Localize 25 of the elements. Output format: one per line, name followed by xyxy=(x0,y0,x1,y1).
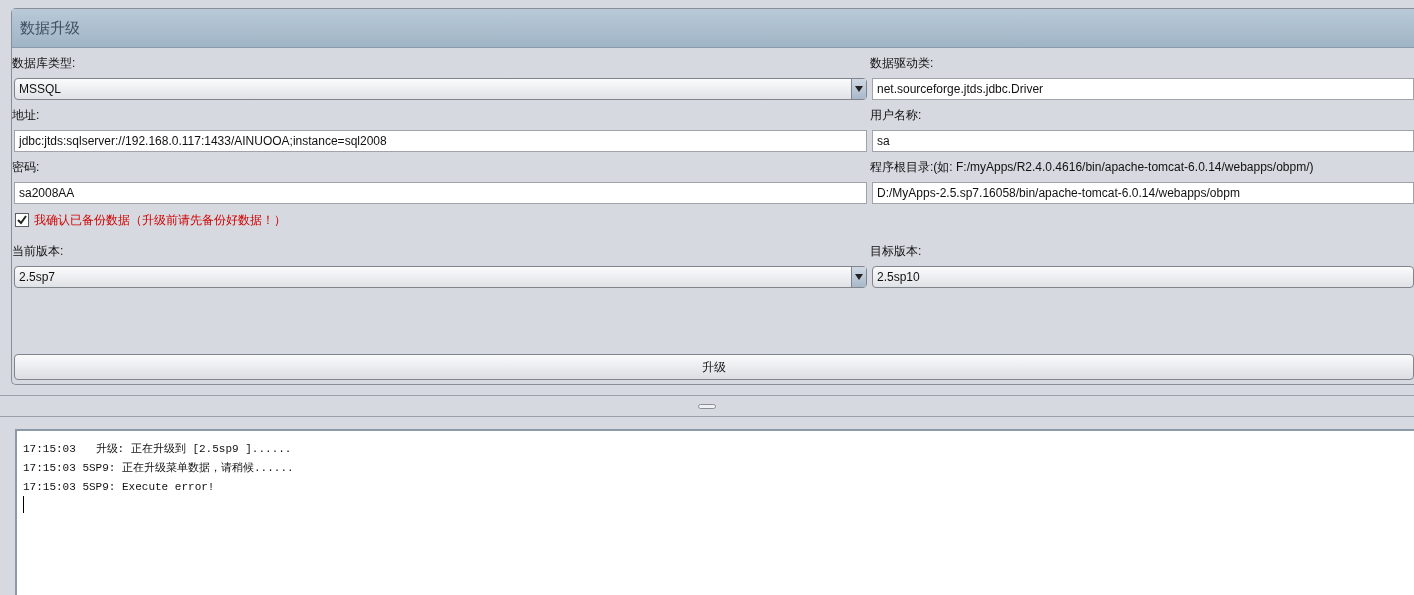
log-line: 17:15:03 5SP9: 正在升级菜单数据，请稍候...... xyxy=(23,461,294,475)
splitter-handle-icon[interactable] xyxy=(698,403,716,409)
field-label: 用户名称: xyxy=(870,106,922,124)
text-field[interactable]: jdbc:jtds:sqlserver://192.168.0.117:1433/AINUOOA;instance=sql2008 xyxy=(14,130,867,152)
field-label: 密码: xyxy=(12,158,40,176)
dropdown[interactable]: 2.5sp7 xyxy=(14,266,867,288)
log-line: 17:15:03 升级: 正在升级到 [2.5sp9 ]...... xyxy=(23,442,292,456)
text-field[interactable]: net.sourceforge.jtds.jdbc.Driver xyxy=(872,78,1414,100)
upgrade-button[interactable]: 升级 xyxy=(14,354,1414,380)
log-line: 17:15:03 5SP9: Execute error! xyxy=(23,480,215,493)
text-field[interactable]: sa2008AA xyxy=(14,182,867,204)
dropdown[interactable]: 2.5sp10 xyxy=(872,266,1414,288)
text-field[interactable]: sa xyxy=(872,130,1414,152)
checkbox[interactable] xyxy=(15,213,29,227)
field-label: 地址: xyxy=(12,106,40,124)
checkbox-label: 我确认已备份数据（升级前请先备份好数据！） xyxy=(34,211,286,229)
panel-title: 数据升级 xyxy=(12,9,1414,48)
field-label: 目标版本: xyxy=(870,242,922,260)
text-field[interactable]: D:/MyApps-2.5.sp7.16058/bin/apache-tomcat-6.0.14/webapps/obpm xyxy=(872,182,1414,204)
field-label: 数据库类型: xyxy=(12,54,76,72)
dropdown[interactable]: MSSQL xyxy=(14,78,867,100)
field-label: 程序根目录:(如: F:/myApps/R2.4.0.4616/bin/apache-tomcat-6.0.14/webapps/obpm/) xyxy=(870,158,1314,176)
field-label: 数据驱动类: xyxy=(870,54,934,72)
field-label: 当前版本: xyxy=(12,242,64,260)
text-cursor xyxy=(23,496,24,513)
